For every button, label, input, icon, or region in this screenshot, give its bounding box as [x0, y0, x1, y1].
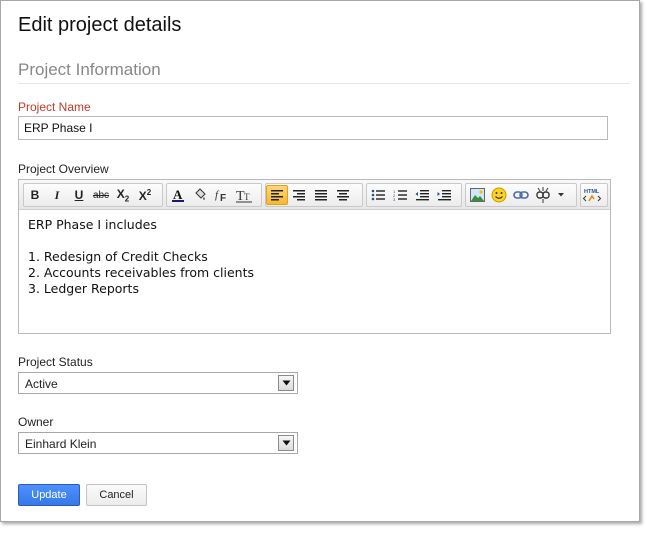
- align-right-icon: [293, 190, 305, 201]
- svg-text:3: 3: [393, 197, 396, 201]
- underline-icon: U: [74, 188, 84, 202]
- list-group: 123: [366, 183, 462, 207]
- owner-value: Einhard Klein: [25, 437, 97, 451]
- overview-intro: ERP Phase I includes: [28, 217, 157, 232]
- unlink-icon: [536, 187, 550, 203]
- align-right-button[interactable]: [288, 185, 310, 205]
- svg-text:HTML: HTML: [584, 189, 600, 195]
- svg-text:A: A: [173, 187, 183, 202]
- project-status-select[interactable]: Active: [18, 372, 298, 394]
- italic-button[interactable]: I: [46, 185, 68, 205]
- chevron-down-icon: [558, 193, 564, 197]
- section-divider: [18, 83, 630, 84]
- italic-icon: I: [54, 187, 60, 202]
- remove-link-button[interactable]: [532, 185, 554, 205]
- underline-button[interactable]: U: [68, 185, 90, 205]
- align-left-icon: [271, 190, 283, 201]
- bulleted-list-icon: [371, 189, 385, 201]
- html-source-button[interactable]: HTML: [581, 185, 603, 205]
- rich-text-editor: B I U abc X2 X2 A f F T T 1 2 3 HTML ERP…: [18, 179, 611, 334]
- svg-text:F: F: [220, 193, 226, 203]
- strikethrough-icon: abc: [92, 189, 110, 201]
- project-status-value: Active: [25, 377, 58, 391]
- font-family-button[interactable]: fF: [211, 185, 233, 205]
- html-source-icon: HTML: [582, 189, 602, 202]
- text-color-button[interactable]: A: [167, 185, 189, 205]
- insert-link-button[interactable]: [510, 185, 532, 205]
- align-left-button[interactable]: [266, 185, 288, 205]
- project-overview-label: Project Overview: [18, 162, 109, 176]
- font-icon: fF: [215, 189, 226, 203]
- project-status-label: Project Status: [18, 355, 93, 369]
- superscript-icon: X2: [138, 187, 152, 203]
- owner-select[interactable]: Einhard Klein: [18, 432, 298, 454]
- font-group: A fF TT: [166, 183, 262, 207]
- numbered-list-icon: 123: [393, 189, 407, 201]
- smiley-icon: [491, 187, 507, 203]
- bulleted-list-button[interactable]: [367, 185, 389, 205]
- subscript-button[interactable]: X2: [112, 185, 134, 205]
- text-color-icon: A: [172, 187, 184, 202]
- overview-line: 3. Ledger Reports: [28, 281, 139, 296]
- justify-button[interactable]: [310, 185, 332, 205]
- more-tools-dropdown[interactable]: [554, 185, 568, 205]
- edit-project-dialog: Edit project details Project Information…: [0, 0, 640, 522]
- outdent-button[interactable]: [411, 185, 433, 205]
- indent-icon: [437, 190, 451, 201]
- align-center-icon: [337, 190, 349, 201]
- outdent-icon: [415, 190, 429, 201]
- numbered-list-button[interactable]: 123: [389, 185, 411, 205]
- superscript-button[interactable]: X2: [134, 185, 156, 205]
- font-size-button[interactable]: TT: [233, 185, 255, 205]
- project-name-input[interactable]: [18, 116, 608, 140]
- editor-toolbar: B I U abc X2 X2 A f F T T 1 2 3 HTML: [19, 180, 610, 210]
- svg-text:T: T: [244, 192, 250, 202]
- editor-content[interactable]: ERP Phase I includes 1. Redesign of Cred…: [28, 217, 601, 328]
- justify-icon: [315, 190, 327, 201]
- update-button[interactable]: Update: [18, 484, 80, 506]
- insert-image-button[interactable]: [466, 185, 488, 205]
- overview-line: 2. Accounts receivables from clients: [28, 265, 254, 280]
- subscript-icon: X2: [116, 186, 130, 204]
- dropdown-arrow-icon[interactable]: [278, 435, 294, 451]
- insert-smiley-button[interactable]: [488, 185, 510, 205]
- dialog-title: Edit project details: [18, 14, 182, 36]
- strikethrough-button[interactable]: abc: [90, 185, 112, 205]
- section-header: Project Information: [18, 60, 161, 79]
- overview-line: 1. Redesign of Credit Checks: [28, 249, 208, 264]
- owner-label: Owner: [18, 415, 54, 429]
- dropdown-arrow-icon[interactable]: [278, 375, 294, 391]
- alignment-group: [265, 183, 363, 207]
- bold-icon: B: [30, 188, 40, 202]
- link-icon: [513, 191, 529, 199]
- background-color-button[interactable]: [189, 185, 211, 205]
- project-name-label: Project Name: [18, 100, 91, 114]
- paint-bucket-icon: [195, 188, 206, 200]
- insert-group: [465, 183, 577, 207]
- cancel-button[interactable]: Cancel: [86, 484, 147, 506]
- text-style-group: B I U abc X2 X2: [23, 183, 163, 207]
- indent-button[interactable]: [433, 185, 455, 205]
- html-mode-group: HTML: [580, 183, 608, 207]
- align-center-button[interactable]: [332, 185, 354, 205]
- image-icon: [469, 188, 485, 202]
- bold-button[interactable]: B: [24, 185, 46, 205]
- text-size-icon: TT: [236, 189, 252, 203]
